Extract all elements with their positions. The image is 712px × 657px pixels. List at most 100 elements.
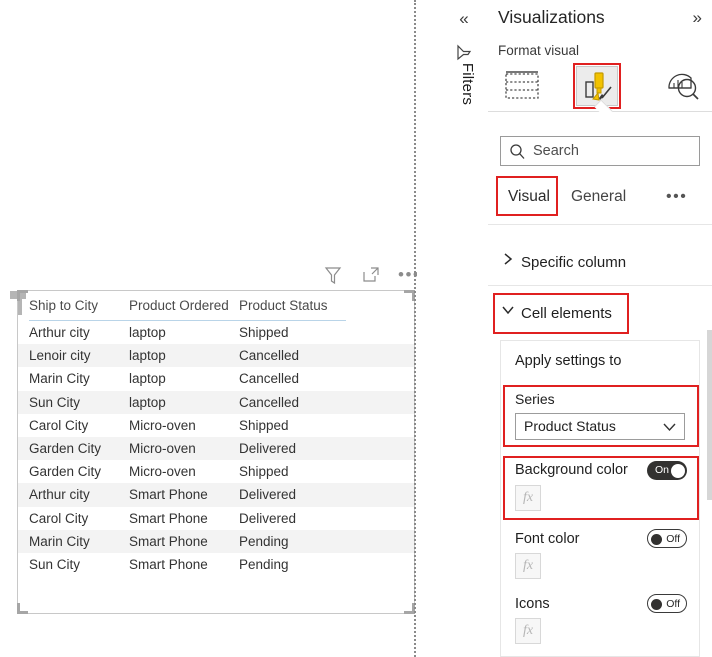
format-visual-subtitle: Format visual	[498, 43, 580, 58]
series-block: Series Product Status	[503, 385, 699, 447]
font-color-label: Font color	[515, 531, 580, 547]
cell-product-ordered: Micro-oven	[129, 417, 196, 433]
cell-ship-to-city: Carol City	[29, 510, 89, 526]
data-table: Ship to City Product Ordered Product Sta…	[18, 291, 414, 576]
cell-product-status: Delivered	[239, 487, 297, 503]
build-visual-icon[interactable]	[500, 66, 544, 108]
cell-product-ordered: Micro-oven	[129, 440, 196, 456]
cell-ship-to-city: Garden City	[29, 464, 102, 480]
tab-visual[interactable]: Visual	[496, 176, 558, 216]
cell-ship-to-city: Carol City	[29, 417, 89, 433]
panel-scrollbar[interactable]	[707, 330, 712, 500]
font-color-toggle-state: Off	[666, 533, 680, 545]
cell-product-ordered: laptop	[129, 348, 166, 364]
tabs-more-options-icon[interactable]: •••	[666, 182, 687, 212]
cell-product-ordered: Micro-oven	[129, 464, 196, 480]
table-row[interactable]: Arthur city Smart Phone Delivered	[18, 483, 414, 507]
collapse-pane-icon[interactable]: «	[453, 8, 475, 30]
section-cell-elements[interactable]: Cell elements	[488, 293, 712, 334]
right-pane: « Filters Visualizations » Format visual	[440, 0, 712, 657]
apply-settings-to-label: Apply settings to	[515, 353, 622, 369]
icons-toggle[interactable]: Off	[647, 594, 687, 613]
cell-product-status: Shipped	[239, 417, 289, 433]
cell-product-ordered: Smart Phone	[129, 533, 208, 549]
page-title: Visualizations	[498, 7, 605, 27]
table-row[interactable]: Sun City laptop Cancelled	[18, 390, 414, 414]
cell-ship-to-city: Marin City	[29, 371, 90, 387]
cell-product-ordered: Smart Phone	[129, 487, 208, 503]
table-row[interactable]: Sun City Smart Phone Pending	[18, 553, 414, 576]
table-row[interactable]: Marin City Smart Phone Pending	[18, 529, 414, 553]
column-header-product-status[interactable]: Product Status	[239, 291, 328, 321]
search-placeholder: Search	[533, 143, 579, 159]
cell-product-status: Delivered	[239, 510, 297, 526]
icons-toggle-state: Off	[666, 598, 680, 610]
column-header-ship-to-city[interactable]: Ship to City	[29, 291, 98, 321]
cell-ship-to-city: Garden City	[29, 440, 102, 456]
panel-tabs: Visual General •••	[488, 176, 712, 220]
cell-product-ordered: Smart Phone	[129, 556, 208, 572]
cell-ship-to-city: Marin City	[29, 533, 90, 549]
series-annotation	[503, 385, 699, 447]
filters-rail[interactable]: « Filters	[440, 0, 489, 657]
font-color-toggle[interactable]: Off	[647, 529, 687, 548]
cell-product-status: Pending	[239, 556, 289, 572]
tab-visual-annotation	[496, 176, 558, 216]
table-row[interactable]: Garden City Micro-oven Shipped	[18, 460, 414, 483]
cell-product-status: Shipped	[239, 325, 289, 340]
toggle-knob	[651, 598, 662, 610]
cell-elements-card: Apply settings to Series Product Status	[500, 340, 700, 657]
cell-product-status: Pending	[239, 533, 289, 549]
canvas-boundary	[414, 0, 416, 657]
analytics-icon[interactable]	[661, 66, 705, 108]
resize-handle-bottom-left-v[interactable]	[17, 603, 20, 614]
section-divider	[488, 285, 712, 286]
table-row[interactable]: Carol City Smart Phone Delivered	[18, 507, 414, 530]
cell-elements-annotation	[493, 293, 629, 334]
table-row[interactable]: Lenoir city laptop Cancelled	[18, 344, 414, 368]
filters-label[interactable]: Filters	[452, 49, 476, 119]
cell-ship-to-city: Arthur city	[29, 325, 90, 340]
search-icon	[509, 143, 526, 160]
report-canvas[interactable]: ••• Ship to City Product Ordered Product…	[0, 0, 419, 657]
chevron-right-icon	[501, 252, 515, 266]
canvas-gutter	[417, 0, 441, 657]
cell-ship-to-city: Sun City	[29, 394, 81, 410]
cell-product-status: Cancelled	[239, 348, 300, 364]
tabs-divider	[488, 224, 712, 225]
focus-mode-icon[interactable]	[360, 264, 386, 288]
table-row[interactable]: Garden City Micro-oven Delivered	[18, 436, 414, 461]
icons-label: Icons	[515, 596, 550, 612]
toggle-knob	[651, 533, 662, 545]
cell-product-ordered: laptop	[129, 371, 166, 387]
visualizations-panel: Visualizations » Format visual Search Vi…	[488, 0, 712, 657]
search-input[interactable]: Search	[500, 136, 700, 166]
cell-product-ordered: laptop	[129, 394, 166, 410]
icons-fx-button[interactable]: fx	[515, 618, 541, 644]
font-color-fx-button[interactable]: fx	[515, 553, 541, 579]
table-row[interactable]: Marin City laptop Cancelled	[18, 367, 414, 390]
visual-header-toolbar: •••	[320, 264, 419, 290]
expand-pane-icon[interactable]: »	[693, 8, 702, 28]
filter-icon[interactable]	[322, 264, 348, 288]
tab-general[interactable]: General	[571, 182, 626, 212]
cell-product-status: Cancelled	[239, 394, 300, 410]
section-specific-column-label: Specific column	[521, 254, 627, 271]
table-header-row: Ship to City Product Ordered Product Sta…	[18, 291, 414, 321]
cell-product-ordered: laptop	[129, 325, 166, 340]
app-root: ••• Ship to City Product Ordered Product…	[0, 0, 712, 657]
cell-product-status: Delivered	[239, 440, 297, 456]
cell-ship-to-city: Arthur city	[29, 487, 90, 503]
cell-product-status: Shipped	[239, 464, 289, 480]
cell-ship-to-city: Sun City	[29, 556, 81, 572]
table-visual[interactable]: Ship to City Product Ordered Product Sta…	[10, 290, 415, 614]
column-header-product-ordered[interactable]: Product Ordered	[129, 291, 229, 321]
section-specific-column[interactable]: Specific column	[488, 243, 712, 283]
cell-ship-to-city: Lenoir city	[29, 348, 91, 364]
cell-product-ordered: Smart Phone	[129, 510, 208, 526]
table-row[interactable]: Arthur city laptop Shipped	[18, 321, 414, 344]
background-color-block: Background color On fx	[503, 456, 699, 520]
cell-product-status: Cancelled	[239, 371, 300, 387]
background-color-annotation	[503, 456, 699, 520]
table-row[interactable]: Carol City Micro-oven Shipped	[18, 414, 414, 437]
